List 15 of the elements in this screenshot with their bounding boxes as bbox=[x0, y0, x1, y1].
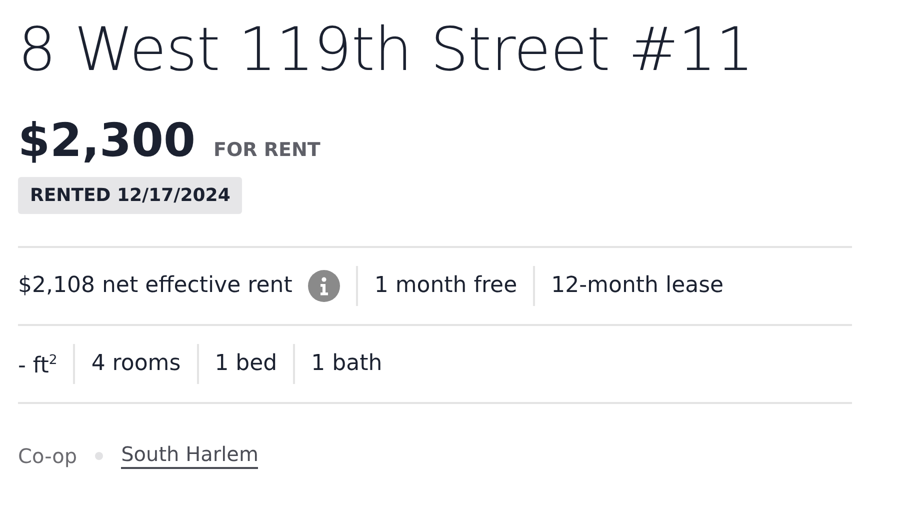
rent-detail: 1 month free bbox=[374, 272, 518, 300]
status-badge: RENTED 12/17/2024 bbox=[18, 177, 242, 214]
listing-title: 8 West 119th Street #11 bbox=[18, 14, 754, 87]
rent-detail: $2,108 net effective rent bbox=[18, 272, 292, 300]
building-type: Co-op bbox=[18, 444, 78, 468]
separator-dot-icon bbox=[95, 452, 104, 460]
neighborhood-link[interactable]: South Harlem bbox=[121, 442, 258, 469]
listing-type: FOR RENT bbox=[214, 139, 320, 161]
info-icon[interactable] bbox=[308, 270, 340, 302]
rent-detail: 12-month lease bbox=[551, 272, 724, 300]
unit-detail: - ft$^{2}$ bbox=[18, 352, 58, 381]
unit-detail: 1 bed bbox=[214, 350, 278, 378]
unit-detail: 4 rooms bbox=[91, 350, 181, 378]
price: $2,300 bbox=[18, 112, 196, 168]
unit-detail: 1 bath bbox=[311, 350, 382, 378]
